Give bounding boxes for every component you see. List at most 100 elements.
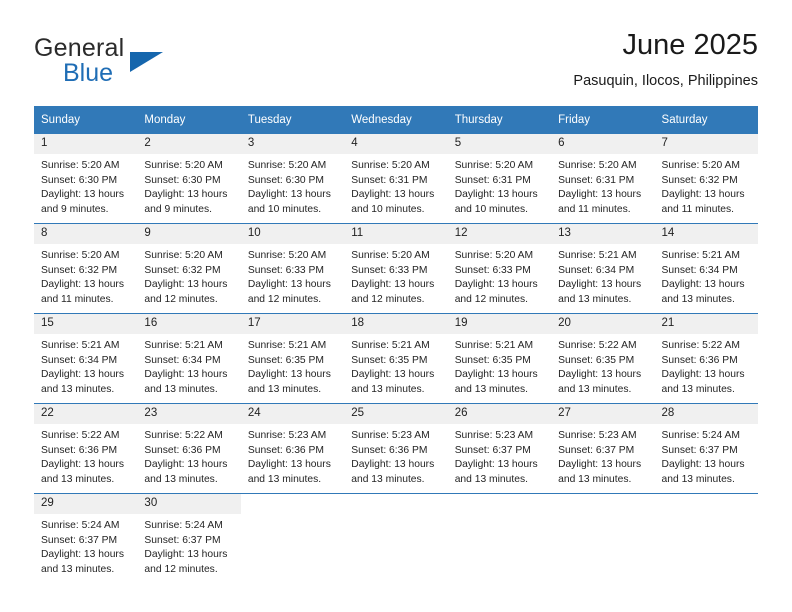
day-sun-info: Sunrise: 5:20 AM Sunset: 6:30 PM Daylight:… bbox=[137, 154, 240, 217]
day-number: 18 bbox=[344, 314, 448, 334]
daylight-text-line1: Daylight: 13 hours bbox=[144, 459, 228, 471]
sunrise-text: Sunrise: 5:24 AM bbox=[41, 520, 120, 531]
sunset-text: Sunset: 6:31 PM bbox=[558, 174, 635, 186]
calendar-day-cell[interactable]: 22 Sunrise: 5:22 AM Sunset: 6:36 PM Dayligh… bbox=[34, 403, 138, 494]
logo-triangle-icon bbox=[130, 52, 163, 72]
page-header: General Blue June 2025 Pasuquin, Ilocos,… bbox=[34, 28, 758, 98]
calendar-day-cell[interactable]: 1 Sunrise: 5:20 AM Sunset: 6:30 PM Daylight… bbox=[34, 134, 138, 224]
daylight-text-line1: Daylight: 13 hours bbox=[351, 189, 435, 201]
sunrise-text: Sunrise: 5:20 AM bbox=[558, 160, 637, 171]
daylight-text-line2: and 11 minutes. bbox=[41, 293, 114, 305]
calendar-day-cell[interactable]: 10 Sunrise: 5:20 AM Sunset: 6:33 PM Dayligh… bbox=[240, 223, 345, 314]
calendar-day-cell[interactable]: 23 Sunrise: 5:22 AM Sunset: 6:36 PM Dayligh… bbox=[137, 403, 241, 494]
sunset-text: Sunset: 6:33 PM bbox=[247, 264, 324, 276]
daylight-text-line1: Daylight: 13 hours bbox=[454, 369, 538, 381]
calendar-day-cell[interactable]: 3 Sunrise: 5:20 AM Sunset: 6:30 PM Daylight… bbox=[240, 134, 345, 224]
day-number: 2 bbox=[137, 134, 241, 154]
calendar-day-cell[interactable]: 14 Sunrise: 5:21 AM Sunset: 6:34 PM Dayligh… bbox=[654, 223, 758, 314]
page-title: June 2025 bbox=[622, 29, 758, 61]
daylight-text-line2: and 12 minutes. bbox=[454, 293, 528, 305]
day-number: 14 bbox=[654, 224, 758, 244]
day-sun-info: Sunrise: 5:21 AM Sunset: 6:34 PM Daylight:… bbox=[551, 244, 654, 307]
day-sun-info: Sunrise: 5:21 AM Sunset: 6:35 PM Daylight:… bbox=[344, 334, 447, 397]
day-number: 24 bbox=[240, 404, 345, 424]
calendar-week-row: 22 Sunrise: 5:22 AM Sunset: 6:36 PM Dayligh… bbox=[34, 403, 758, 494]
daylight-text-line2: and 10 minutes. bbox=[247, 203, 322, 215]
calendar-day-cell[interactable]: 16 Sunrise: 5:21 AM Sunset: 6:34 PM Dayligh… bbox=[137, 313, 241, 404]
daylight-text-line2: and 13 minutes. bbox=[558, 473, 632, 485]
calendar-day-cell[interactable]: 6 Sunrise: 5:20 AM Sunset: 6:31 PM Daylight… bbox=[551, 134, 655, 224]
daylight-text-line2: and 13 minutes. bbox=[351, 473, 425, 485]
calendar-day-cell[interactable]: 5 Sunrise: 5:20 AM Sunset: 6:31 PM Daylight… bbox=[447, 134, 552, 224]
calendar-empty-cell bbox=[240, 493, 345, 583]
sunset-text: Sunset: 6:34 PM bbox=[144, 354, 221, 366]
calendar-day-cell[interactable]: 20 Sunrise: 5:22 AM Sunset: 6:35 PM Dayligh… bbox=[551, 313, 655, 404]
daylight-text-line2: and 13 minutes. bbox=[661, 383, 735, 395]
day-sun-info: Sunrise: 5:21 AM Sunset: 6:35 PM Daylight:… bbox=[241, 334, 344, 397]
sunrise-text: Sunrise: 5:20 AM bbox=[247, 160, 327, 171]
calendar-day-cell[interactable]: 18 Sunrise: 5:21 AM Sunset: 6:35 PM Dayligh… bbox=[344, 313, 448, 404]
daylight-text-line1: Daylight: 13 hours bbox=[144, 189, 228, 201]
daylight-text-line1: Daylight: 13 hours bbox=[144, 369, 228, 381]
calendar-day-cell[interactable]: 19 Sunrise: 5:21 AM Sunset: 6:35 PM Dayligh… bbox=[447, 313, 552, 404]
daylight-text-line1: Daylight: 13 hours bbox=[41, 549, 124, 561]
day-number: 23 bbox=[137, 404, 241, 424]
calendar-day-cell[interactable]: 26 Sunrise: 5:23 AM Sunset: 6:37 PM Dayligh… bbox=[447, 403, 552, 494]
day-number-placeholder bbox=[447, 528, 552, 549]
sunrise-text: Sunrise: 5:20 AM bbox=[41, 160, 120, 171]
daylight-text-line1: Daylight: 13 hours bbox=[558, 459, 642, 471]
sunrise-text: Sunrise: 5:20 AM bbox=[144, 250, 223, 261]
day-sun-info: Sunrise: 5:22 AM Sunset: 6:36 PM Daylight:… bbox=[655, 334, 758, 397]
day-sun-info: Sunrise: 5:23 AM Sunset: 6:36 PM Daylight:… bbox=[241, 424, 344, 487]
day-sun-info: Sunrise: 5:20 AM Sunset: 6:30 PM Daylight:… bbox=[34, 154, 137, 217]
daylight-text-line2: and 13 minutes. bbox=[41, 563, 115, 575]
day-number: 1 bbox=[34, 134, 138, 154]
sunrise-text: Sunrise: 5:21 AM bbox=[41, 340, 120, 351]
day-number: 8 bbox=[34, 224, 138, 244]
calendar-day-cell[interactable]: 21 Sunrise: 5:22 AM Sunset: 6:36 PM Dayligh… bbox=[654, 313, 758, 404]
calendar-day-cell[interactable]: 24 Sunrise: 5:23 AM Sunset: 6:36 PM Dayligh… bbox=[240, 403, 345, 494]
sunset-text: Sunset: 6:36 PM bbox=[247, 444, 324, 456]
day-sun-info: Sunrise: 5:22 AM Sunset: 6:35 PM Daylight:… bbox=[551, 334, 654, 397]
general-blue-logo[interactable]: General Blue bbox=[34, 34, 254, 90]
sunrise-text: Sunrise: 5:20 AM bbox=[144, 160, 223, 171]
sunrise-text: Sunrise: 5:20 AM bbox=[41, 250, 120, 261]
calendar-day-cell[interactable]: 28 Sunrise: 5:24 AM Sunset: 6:37 PM Dayligh… bbox=[654, 403, 758, 494]
daylight-text-line2: and 13 minutes. bbox=[558, 383, 632, 395]
calendar-day-cell[interactable]: 7 Sunrise: 5:20 AM Sunset: 6:32 PM Daylight… bbox=[654, 134, 758, 224]
daylight-text-line1: Daylight: 13 hours bbox=[41, 279, 124, 291]
sunset-text: Sunset: 6:32 PM bbox=[661, 174, 738, 186]
sunrise-text: Sunrise: 5:22 AM bbox=[661, 340, 740, 351]
calendar-day-cell[interactable]: 13 Sunrise: 5:21 AM Sunset: 6:34 PM Dayligh… bbox=[551, 223, 655, 314]
calendar-day-cell[interactable]: 11 Sunrise: 5:20 AM Sunset: 6:33 PM Dayligh… bbox=[344, 223, 448, 314]
calendar-week-row: 8 Sunrise: 5:20 AM Sunset: 6:32 PM Daylight… bbox=[34, 223, 758, 314]
sunset-text: Sunset: 6:32 PM bbox=[144, 264, 221, 276]
day-number: 12 bbox=[447, 224, 552, 244]
calendar-day-cell[interactable]: 12 Sunrise: 5:20 AM Sunset: 6:33 PM Dayligh… bbox=[447, 223, 552, 314]
day-number: 9 bbox=[137, 224, 241, 244]
day-sun-info: Sunrise: 5:21 AM Sunset: 6:35 PM Daylight:… bbox=[448, 334, 551, 397]
calendar-day-cell[interactable]: 15 Sunrise: 5:21 AM Sunset: 6:34 PM Dayligh… bbox=[34, 313, 138, 404]
day-sun-info: Sunrise: 5:20 AM Sunset: 6:32 PM Daylight:… bbox=[655, 154, 758, 217]
day-sun-info: Sunrise: 5:20 AM Sunset: 6:31 PM Daylight:… bbox=[448, 154, 551, 217]
day-number-placeholder bbox=[654, 528, 758, 549]
calendar-day-cell[interactable]: 29 Sunrise: 5:24 AM Sunset: 6:37 PM Dayligh… bbox=[34, 493, 138, 583]
daylight-text-line2: and 13 minutes. bbox=[558, 293, 632, 305]
daylight-text-line1: Daylight: 13 hours bbox=[144, 549, 228, 561]
calendar-day-cell[interactable]: 30 Sunrise: 5:24 AM Sunset: 6:37 PM Dayligh… bbox=[137, 493, 241, 583]
calendar-day-cell[interactable]: 9 Sunrise: 5:20 AM Sunset: 6:32 PM Daylight… bbox=[137, 223, 241, 314]
daylight-text-line2: and 13 minutes. bbox=[661, 293, 735, 305]
calendar-empty-cell bbox=[654, 493, 758, 583]
day-sun-info: Sunrise: 5:20 AM Sunset: 6:32 PM Daylight:… bbox=[137, 244, 240, 307]
calendar-page: General Blue June 2025 Pasuquin, Ilocos,… bbox=[0, 0, 792, 612]
weekday-header-sunday: Sunday bbox=[34, 106, 138, 134]
daylight-text-line2: and 13 minutes. bbox=[41, 383, 115, 395]
sunset-text: Sunset: 6:35 PM bbox=[454, 354, 531, 366]
daylight-text-line1: Daylight: 13 hours bbox=[144, 279, 228, 291]
calendar-day-cell[interactable]: 4 Sunrise: 5:20 AM Sunset: 6:31 PM Daylight… bbox=[344, 134, 448, 224]
calendar-day-cell[interactable]: 17 Sunrise: 5:21 AM Sunset: 6:35 PM Dayligh… bbox=[240, 313, 345, 404]
calendar-day-cell[interactable]: 2 Sunrise: 5:20 AM Sunset: 6:30 PM Daylight… bbox=[137, 134, 241, 224]
calendar-day-cell[interactable]: 27 Sunrise: 5:23 AM Sunset: 6:37 PM Dayligh… bbox=[551, 403, 655, 494]
calendar-day-cell[interactable]: 25 Sunrise: 5:23 AM Sunset: 6:36 PM Dayligh… bbox=[344, 403, 448, 494]
calendar-day-cell[interactable]: 8 Sunrise: 5:20 AM Sunset: 6:32 PM Daylight… bbox=[34, 223, 138, 314]
